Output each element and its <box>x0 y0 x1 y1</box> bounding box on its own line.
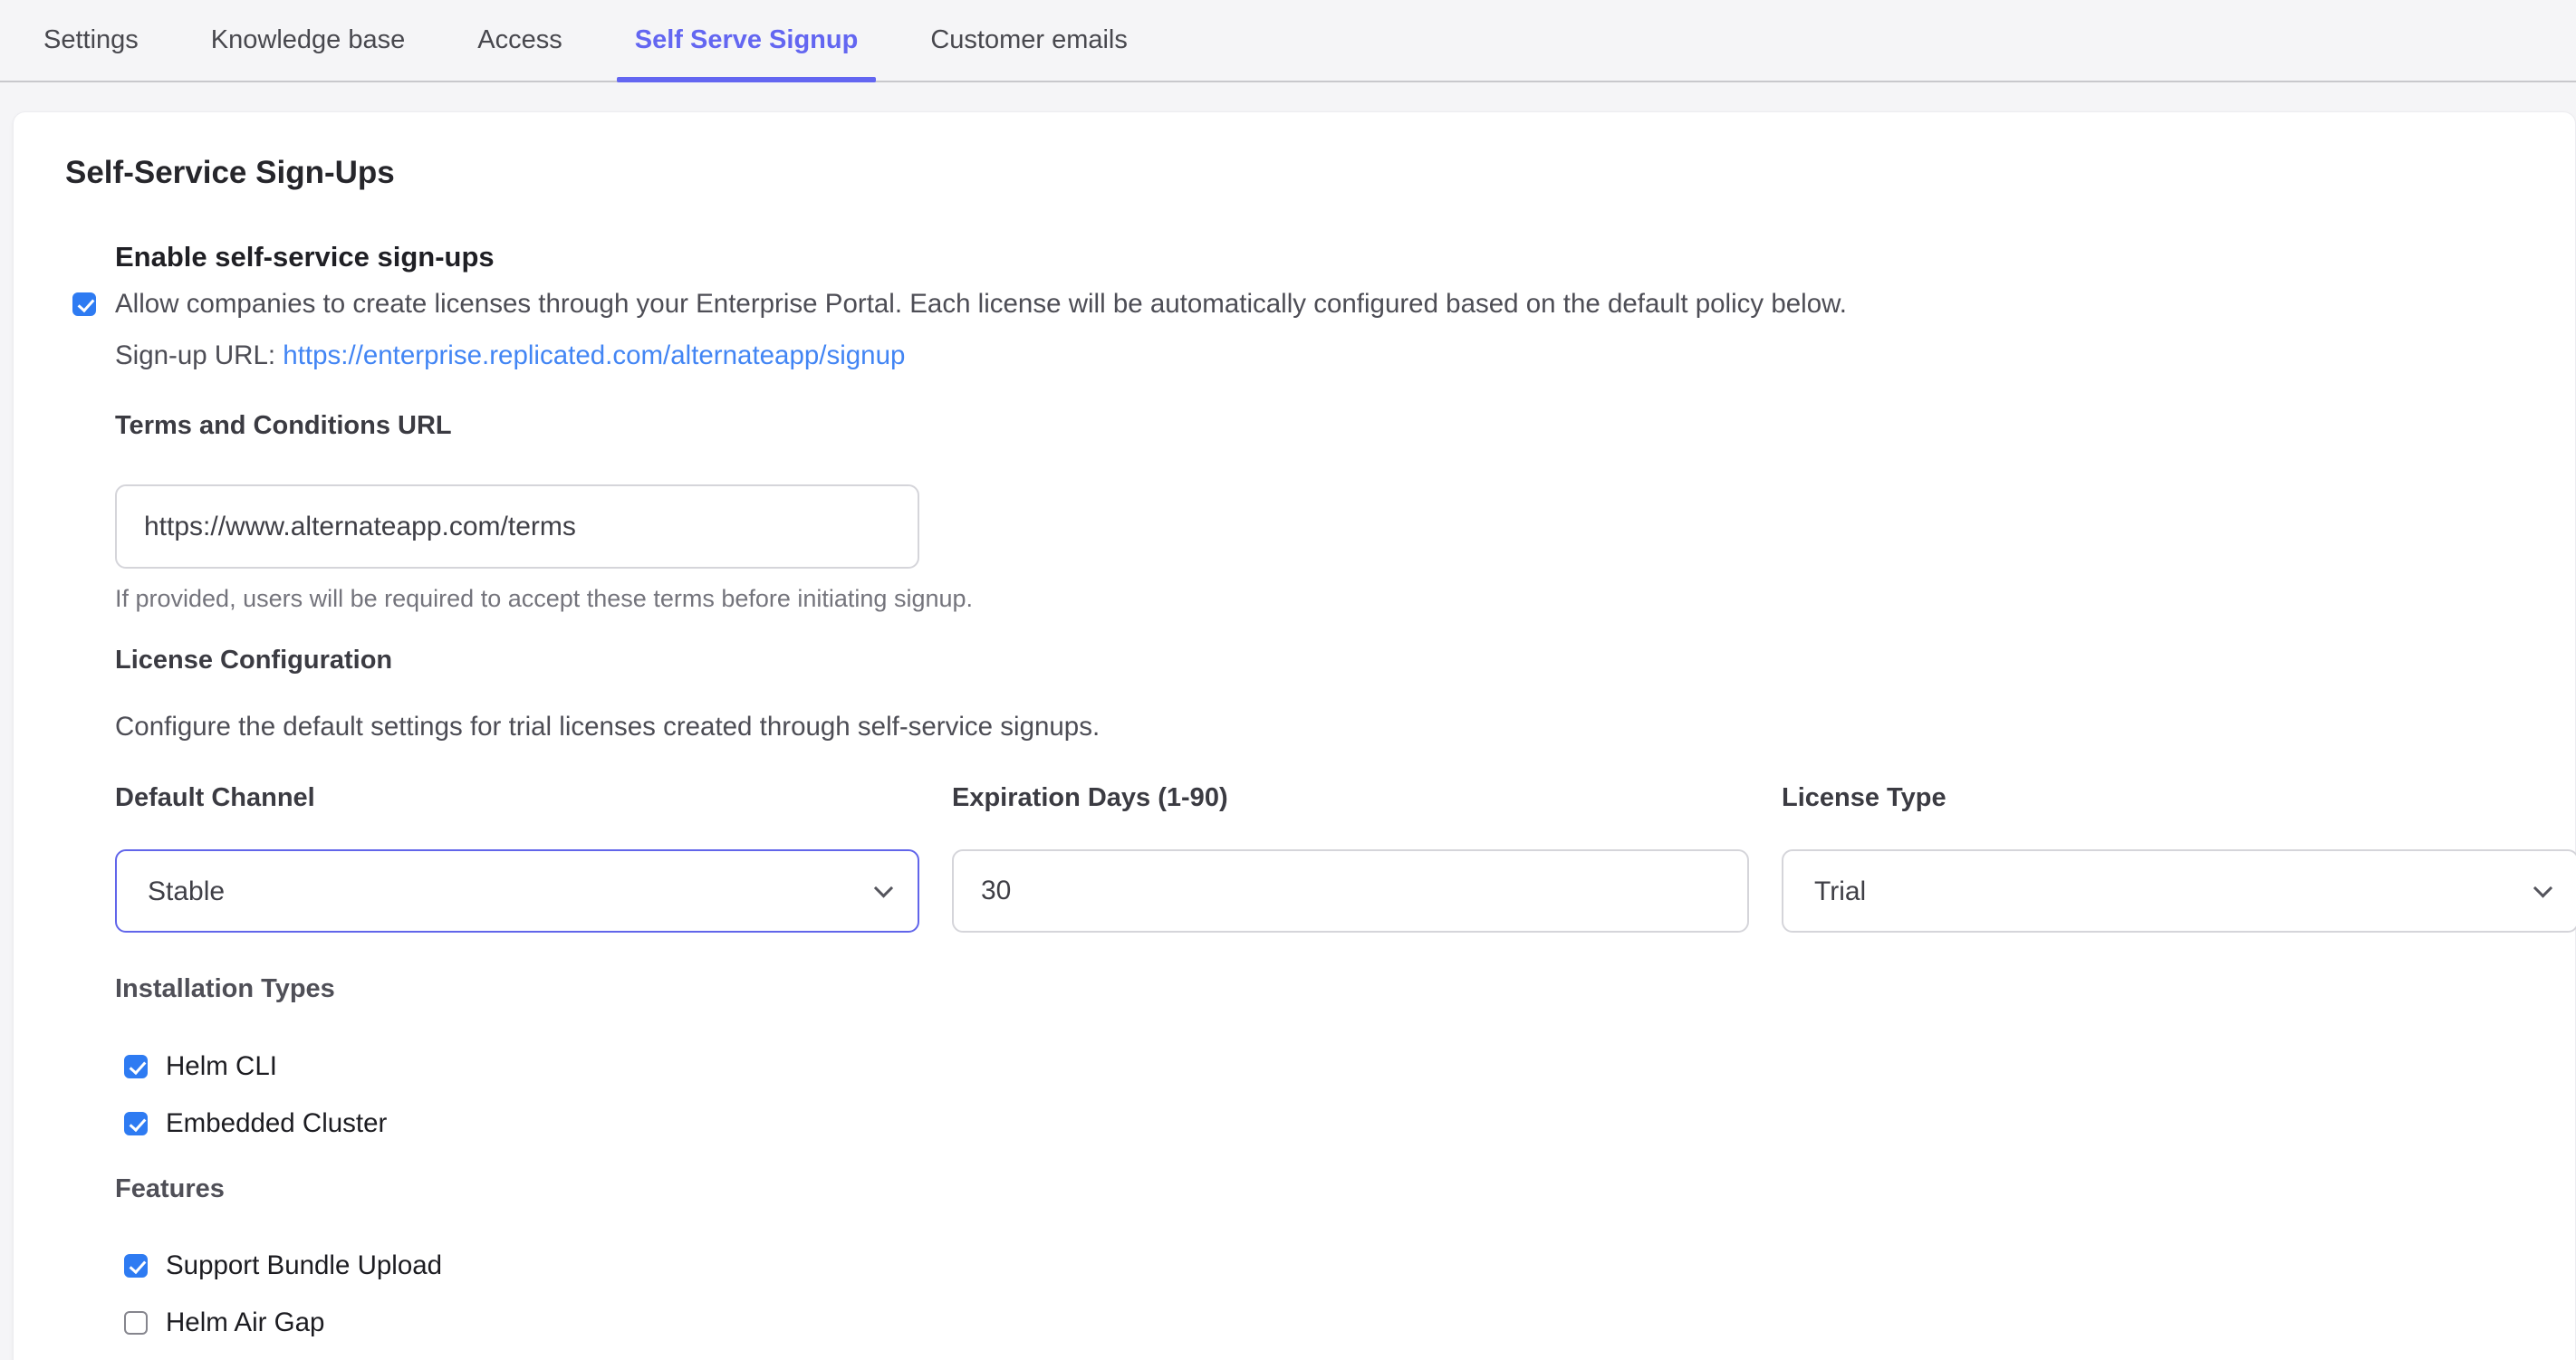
enable-signups-checkbox[interactable] <box>72 292 96 316</box>
signup-url-link[interactable]: https://enterprise.replicated.com/altern… <box>283 340 905 370</box>
license-type-select[interactable]: Trial <box>1783 851 2576 931</box>
helm-cli-label: Helm CLI <box>166 1048 277 1086</box>
default-channel-select[interactable]: Stable <box>117 851 918 931</box>
license-type-field: License Type Trial <box>1782 779 2576 933</box>
license-type-label: License Type <box>1782 779 2576 817</box>
default-channel-field: Default Channel Stable <box>115 779 919 933</box>
settings-card: Self-Service Sign-Ups Enable self-servic… <box>13 111 2576 1360</box>
features-heading: Features <box>115 1170 2575 1208</box>
helm-air-gap-label: Helm Air Gap <box>166 1304 324 1342</box>
tab-bar: Settings Knowledge base Access Self Serv… <box>0 0 2576 82</box>
license-type-select-wrap: Trial <box>1782 849 2576 933</box>
feature-option-helm-air-gap: Helm Air Gap <box>124 1304 2575 1342</box>
tab-access[interactable]: Access <box>459 0 580 81</box>
tab-knowledge-base[interactable]: Knowledge base <box>193 0 423 81</box>
license-configuration-description: Configure the default settings for trial… <box>115 708 2575 746</box>
support-bundle-upload-label: Support Bundle Upload <box>166 1247 442 1285</box>
installation-option-embedded-cluster: Embedded Cluster <box>124 1105 2575 1143</box>
installation-option-helm-cli: Helm CLI <box>124 1048 2575 1086</box>
tab-customer-emails[interactable]: Customer emails <box>912 0 1146 81</box>
default-channel-select-wrap: Stable <box>115 849 919 933</box>
enable-signups-description: Allow companies to create licenses throu… <box>115 289 1847 319</box>
signup-url-label: Sign-up URL: <box>115 340 275 370</box>
expiration-days-label: Expiration Days (1-90) <box>952 779 1749 817</box>
license-fields-grid: Default Channel Stable Expiration Days (… <box>115 779 2575 933</box>
signup-url-row: Sign-up URL: https://enterprise.replicat… <box>115 337 2575 375</box>
tab-self-serve-signup[interactable]: Self Serve Signup <box>617 0 877 81</box>
page-title: Self-Service Sign-Ups <box>65 151 2575 195</box>
installation-types-heading: Installation Types <box>115 970 2575 1008</box>
tab-settings[interactable]: Settings <box>25 0 157 81</box>
embedded-cluster-checkbox[interactable] <box>124 1112 148 1135</box>
embedded-cluster-label: Embedded Cluster <box>166 1105 387 1143</box>
helm-air-gap-checkbox[interactable] <box>124 1311 148 1335</box>
enable-signups-row: Allow companies to create licenses throu… <box>115 285 2575 323</box>
expiration-days-input[interactable] <box>952 849 1749 933</box>
license-configuration-heading: License Configuration <box>115 641 2575 679</box>
terms-url-label: Terms and Conditions URL <box>115 407 2575 445</box>
enable-signups-heading: Enable self-service sign-ups <box>115 238 2575 276</box>
support-bundle-upload-checkbox[interactable] <box>124 1254 148 1278</box>
terms-url-input[interactable] <box>115 484 919 569</box>
expiration-days-field: Expiration Days (1-90) <box>952 779 1749 933</box>
feature-option-support-bundle-upload: Support Bundle Upload <box>124 1247 2575 1285</box>
default-channel-label: Default Channel <box>115 779 919 817</box>
helm-cli-checkbox[interactable] <box>124 1055 148 1078</box>
terms-url-helper: If provided, users will be required to a… <box>115 582 2575 615</box>
